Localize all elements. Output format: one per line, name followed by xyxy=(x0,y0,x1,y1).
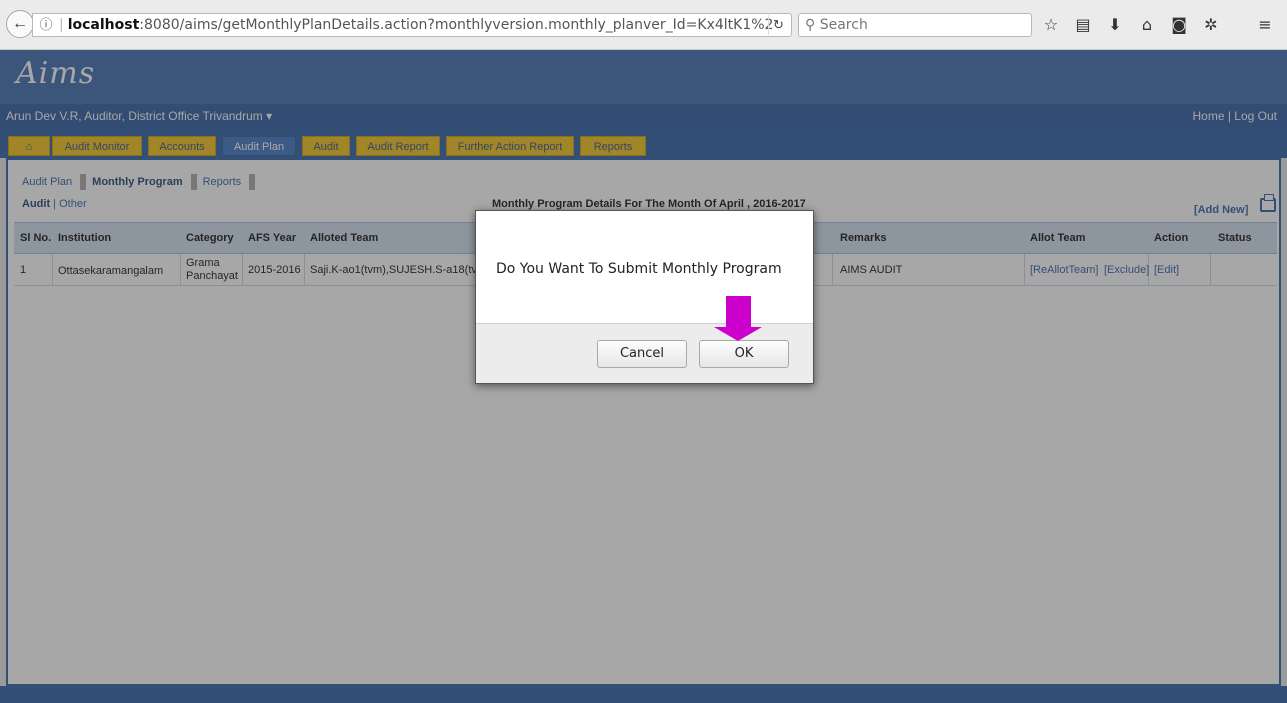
dialog-footer: Cancel OK xyxy=(476,323,813,383)
back-arrow-icon[interactable]: ← xyxy=(6,10,34,38)
ok-button[interactable]: OK xyxy=(699,340,789,368)
dialog-message: Do You Want To Submit Monthly Program xyxy=(496,261,782,277)
pocket-icon[interactable]: ◙ xyxy=(1168,14,1190,36)
annotation-arrow-head xyxy=(714,327,762,341)
browser-toolbar: ← ⓘ | localhost:8080/aims/getMonthlyPlanDe… xyxy=(0,0,1287,50)
reader-list-icon[interactable]: ▤ xyxy=(1072,14,1094,36)
annotation-arrow-shaft xyxy=(726,296,751,328)
confirm-dialog: Do You Want To Submit Monthly Program Ca… xyxy=(475,210,814,384)
bookmark-star-icon[interactable]: ☆ xyxy=(1040,14,1062,36)
url-host: localhost xyxy=(67,17,140,33)
search-icon: ⚲ xyxy=(805,17,816,33)
info-icon[interactable]: ⓘ xyxy=(33,15,59,36)
cancel-button[interactable]: Cancel xyxy=(597,340,687,368)
url-path: :8080/aims/getMonthlyPlanDetails.action?… xyxy=(139,17,774,33)
menu-icon[interactable]: ≡ xyxy=(1254,14,1276,36)
reload-icon[interactable]: ↻ xyxy=(768,15,788,35)
url-bar[interactable]: ⓘ | localhost:8080/aims/getMonthlyPlanDeta… xyxy=(32,13,792,37)
download-icon[interactable]: ⬇ xyxy=(1104,14,1126,36)
search-input[interactable]: ⚲ Search xyxy=(798,13,1032,37)
home-icon[interactable]: ⌂ xyxy=(1136,14,1158,36)
extension-icon[interactable]: ✲ xyxy=(1200,14,1222,36)
